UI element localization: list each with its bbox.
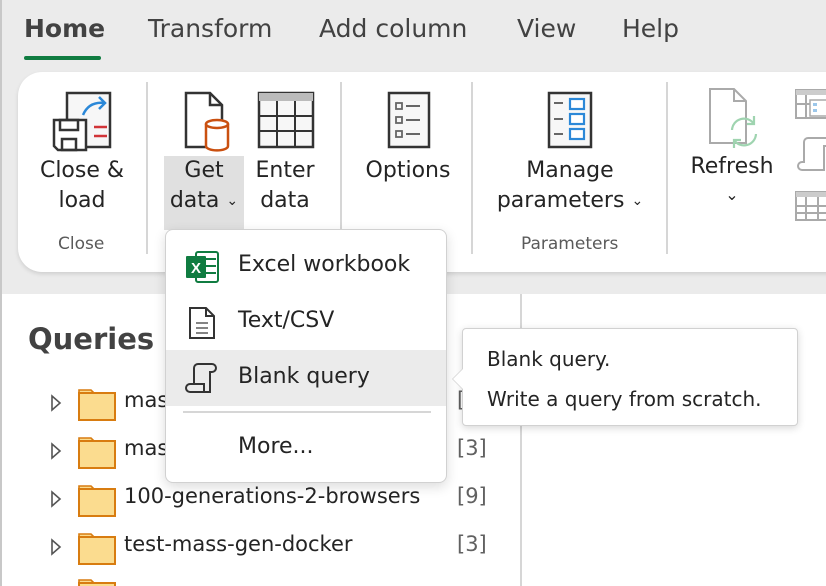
- active-tab-indicator: [24, 56, 101, 60]
- tooltip-pointer: [453, 369, 463, 389]
- refresh-button[interactable]: Refresh ⌄: [684, 86, 780, 212]
- folder-icon: [78, 389, 116, 421]
- query-group-count: [9]: [457, 484, 487, 508]
- manage-table-icon[interactable]: [794, 190, 826, 224]
- tab-transform[interactable]: Transform: [148, 14, 272, 43]
- manage-parameters-icon: [547, 91, 593, 149]
- get-data-icon: [184, 91, 230, 152]
- queries-pane-title: Queries [: [28, 322, 178, 356]
- manage-parameters-label-2: parameters ⌄: [488, 186, 652, 218]
- options-icon: [387, 91, 431, 149]
- menu-item-label: Text/CSV: [238, 308, 335, 333]
- chevron-down-icon: ⌄: [226, 193, 239, 209]
- query-group-count: [3]: [457, 532, 487, 556]
- options-label: Options: [365, 158, 451, 183]
- manage-parameters-text: parameters: [496, 188, 625, 213]
- query-group-row[interactable]: test-mass-gen-docker [3]: [0, 528, 520, 568]
- menu-item-more[interactable]: More...: [166, 420, 446, 476]
- folder-icon: [78, 579, 116, 586]
- close-load-label-1: Close &: [39, 158, 125, 183]
- get-data-label-1: Get: [184, 158, 224, 183]
- chevron-down-icon: ⌄: [725, 185, 739, 204]
- tab-home[interactable]: Home: [24, 14, 105, 43]
- manage-parameters-label-1: Manage: [526, 158, 614, 183]
- query-group-name: 100-generations-2-browsers: [124, 484, 421, 508]
- get-data-button[interactable]: Get data ⌄: [164, 90, 244, 218]
- menu-item-label: More...: [238, 434, 314, 459]
- menu-item-label: Blank query: [238, 364, 370, 389]
- refresh-icon: [709, 88, 758, 148]
- enter-data-label-1: Enter: [255, 158, 315, 183]
- folder-icon: [78, 437, 116, 469]
- table-icon: [257, 91, 315, 149]
- folder-icon: [78, 533, 116, 565]
- refresh-label: Refresh: [690, 154, 774, 179]
- menu-item-excel-workbook[interactable]: X Excel workbook: [166, 238, 446, 294]
- query-group-count: [3]: [457, 436, 487, 460]
- manage-parameters-button[interactable]: Manage parameters ⌄: [488, 90, 652, 218]
- get-data-menu: X Excel workbook Text/CSV Blank query Mo…: [165, 229, 447, 483]
- menu-divider: [183, 411, 431, 413]
- close-load-label-2: load: [58, 188, 106, 213]
- table-properties-icon[interactable]: [794, 88, 826, 122]
- enter-data-button[interactable]: Enter data: [248, 90, 322, 216]
- close-group-label: Close: [58, 234, 105, 254]
- expand-icon[interactable]: [50, 394, 62, 412]
- query-group-name: test-mass-gen-docker: [124, 532, 353, 556]
- folder-icon: [78, 485, 116, 517]
- tab-view[interactable]: View: [517, 14, 576, 43]
- menu-item-text-csv[interactable]: Text/CSV: [166, 294, 446, 350]
- parameters-group-label: Parameters: [521, 234, 619, 254]
- query-group-row[interactable]: 100-generations-2-browsers [9]: [0, 480, 520, 520]
- get-data-text: data: [169, 188, 220, 213]
- query-group-name: mas: [124, 436, 169, 460]
- tooltip-title: Blank query.: [487, 347, 611, 371]
- ribbon-separator: [666, 82, 668, 254]
- chevron-down-icon: ⌄: [631, 193, 644, 209]
- excel-icon: X: [186, 251, 219, 283]
- blank-query-tooltip: Blank query. Write a query from scratch.: [462, 328, 798, 426]
- close-load-icon: [52, 91, 112, 152]
- blank-query-icon: [185, 363, 217, 393]
- tab-help[interactable]: Help: [622, 14, 679, 43]
- text-file-icon: [189, 307, 215, 339]
- expand-icon[interactable]: [50, 490, 62, 508]
- close-load-button[interactable]: Close & load: [28, 90, 136, 216]
- svg-text:X: X: [191, 260, 201, 277]
- ribbon-separator: [146, 82, 148, 254]
- tooltip-description: Write a query from scratch.: [487, 387, 762, 411]
- ribbon-separator: [471, 82, 473, 254]
- advanced-editor-icon[interactable]: [794, 136, 826, 176]
- ribbon-tabs: Home Transform Add column View Help: [0, 0, 826, 70]
- query-group-name: mas: [124, 388, 169, 412]
- expand-icon[interactable]: [50, 538, 62, 556]
- menu-item-blank-query[interactable]: Blank query: [166, 350, 446, 406]
- options-button[interactable]: Options: [358, 90, 458, 186]
- enter-data-label-2: data: [260, 188, 310, 213]
- tab-add-column[interactable]: Add column: [319, 14, 467, 43]
- menu-item-label: Excel workbook: [238, 252, 411, 277]
- expand-icon[interactable]: [50, 442, 62, 460]
- get-data-label-2: data ⌄: [164, 186, 244, 218]
